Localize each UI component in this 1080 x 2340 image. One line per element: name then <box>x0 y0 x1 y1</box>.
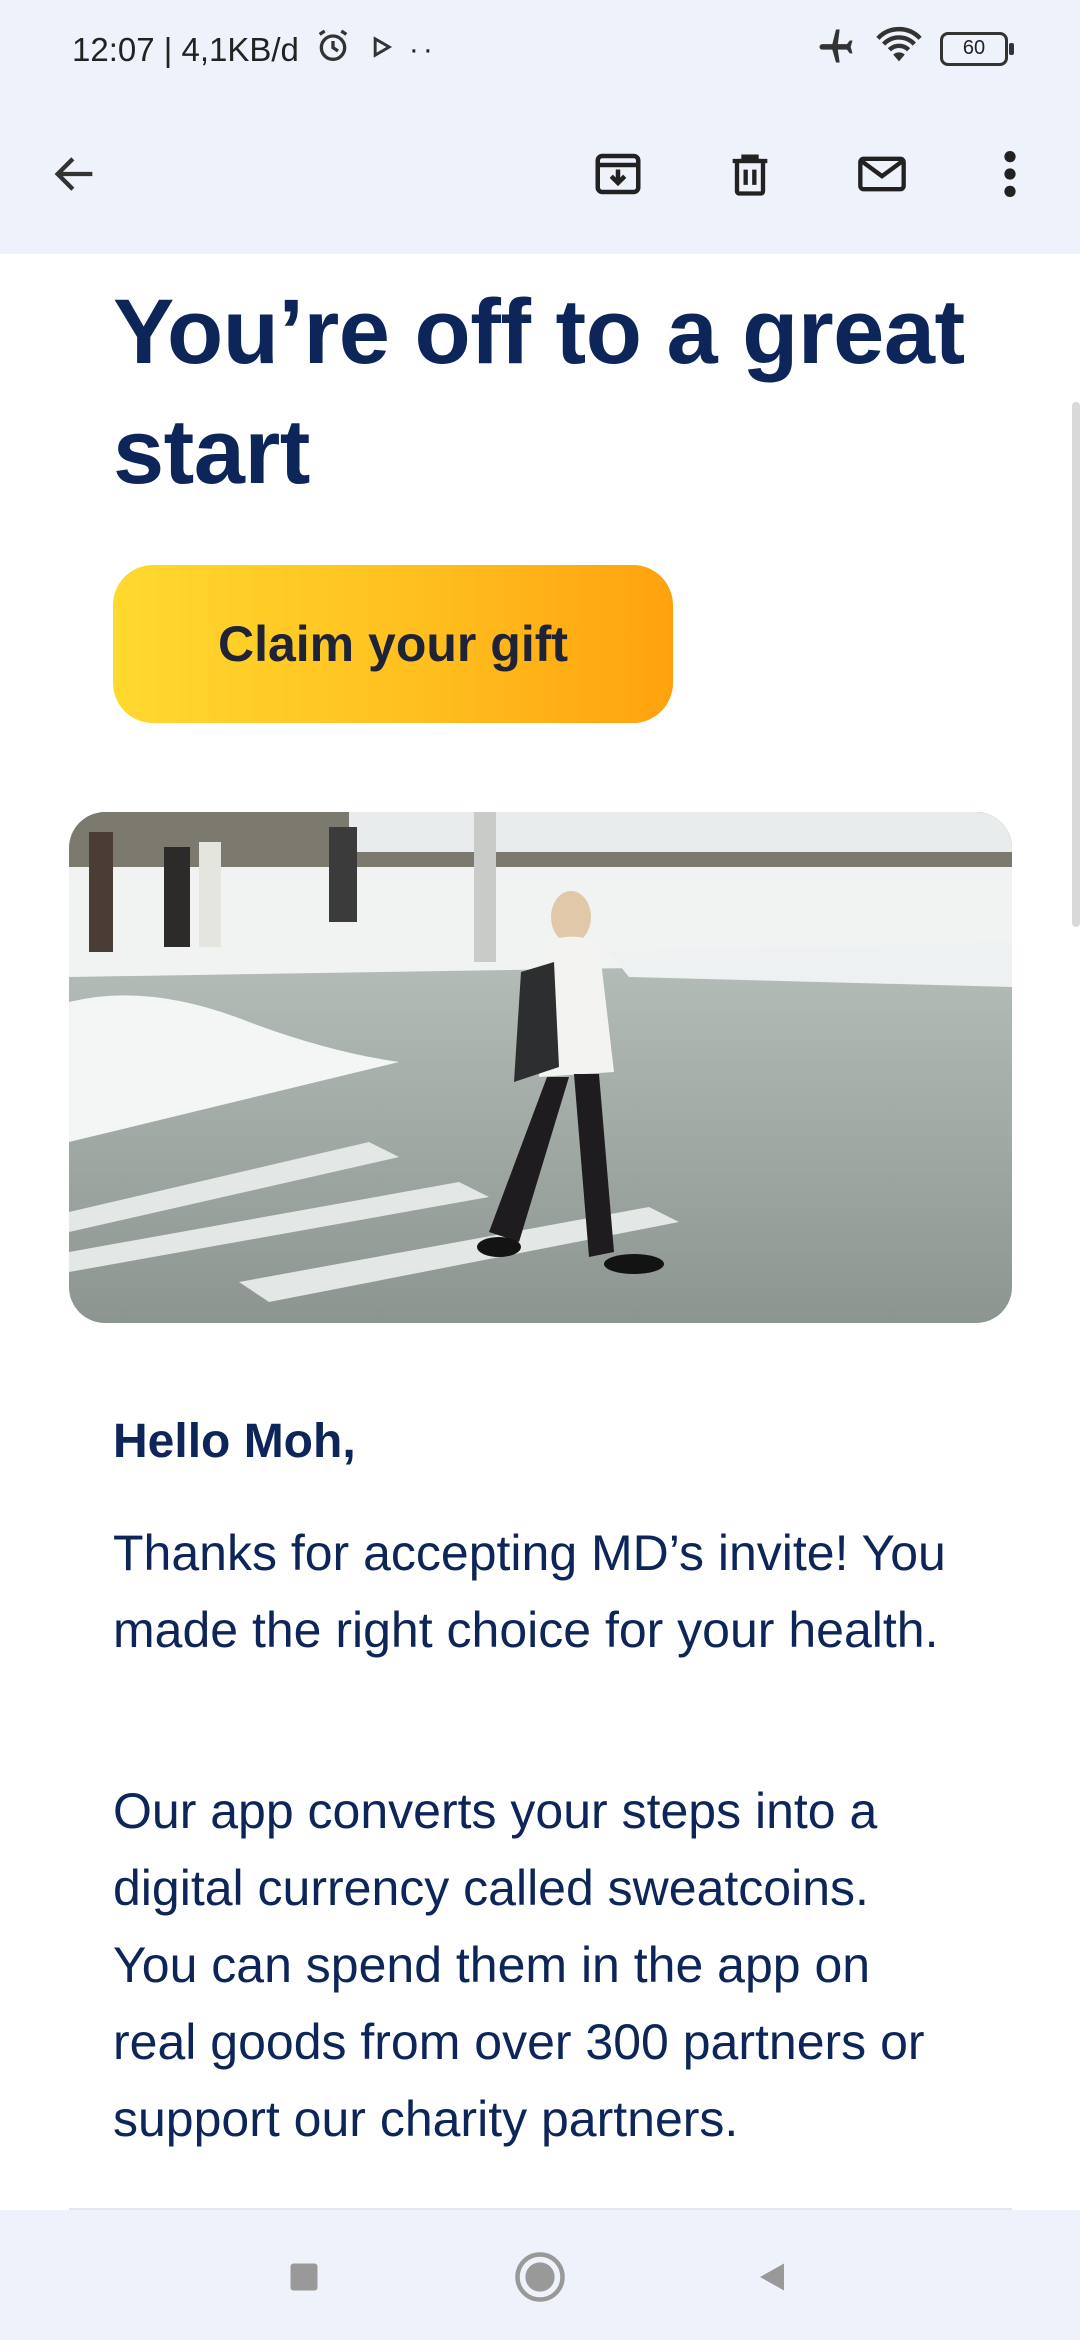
play-icon <box>367 31 395 69</box>
home-button[interactable] <box>510 2251 570 2304</box>
delete-button[interactable] <box>710 136 790 216</box>
status-right: 60 <box>814 24 1014 73</box>
recents-button[interactable] <box>274 2254 334 2304</box>
archive-button[interactable] <box>578 136 658 216</box>
status-time-speed: 12:07 | 4,1KB/d <box>72 31 299 68</box>
email-toolbar <box>0 96 1080 254</box>
status-left: 12:07 | 4,1KB/d ·· <box>72 26 437 74</box>
wifi-icon <box>876 26 922 71</box>
app-description-paragraph: Our app converts your steps into a digit… <box>113 1783 925 2147</box>
email-body: You’re off to a great start Claim your g… <box>0 254 1080 2210</box>
airplane-icon <box>814 24 858 73</box>
claim-gift-button[interactable]: Claim your gift <box>113 565 673 723</box>
hero-image <box>69 812 1012 1323</box>
triangle-back-icon <box>754 2258 790 2301</box>
email-headline: You’re off to a great start <box>113 281 965 503</box>
more-options-button[interactable] <box>970 136 1050 216</box>
back-arrow-icon <box>49 148 101 205</box>
battery-level: 60 <box>962 37 986 59</box>
square-icon <box>286 2259 322 2300</box>
battery-icon: 60 <box>940 31 1014 66</box>
home-circle-icon <box>513 2250 567 2309</box>
mark-unread-button[interactable] <box>842 136 922 216</box>
back-nav-button[interactable] <box>742 2254 802 2304</box>
intro-paragraph: Thanks for accepting MD’s invite! You ma… <box>113 1525 946 1658</box>
status-bar: 12:07 | 4,1KB/d ·· 60 <box>0 0 1080 96</box>
back-button[interactable] <box>35 136 115 216</box>
mail-icon <box>853 148 911 205</box>
alarm-icon <box>313 26 353 74</box>
greeting-text: Hello Moh, <box>113 1415 356 1468</box>
more-vert-icon <box>1000 148 1020 205</box>
more-dots-icon: ·· <box>408 33 437 66</box>
system-nav-bar <box>0 2210 1080 2340</box>
archive-icon <box>591 147 645 206</box>
scrollbar[interactable] <box>1072 402 1080 927</box>
trash-icon <box>724 148 776 205</box>
